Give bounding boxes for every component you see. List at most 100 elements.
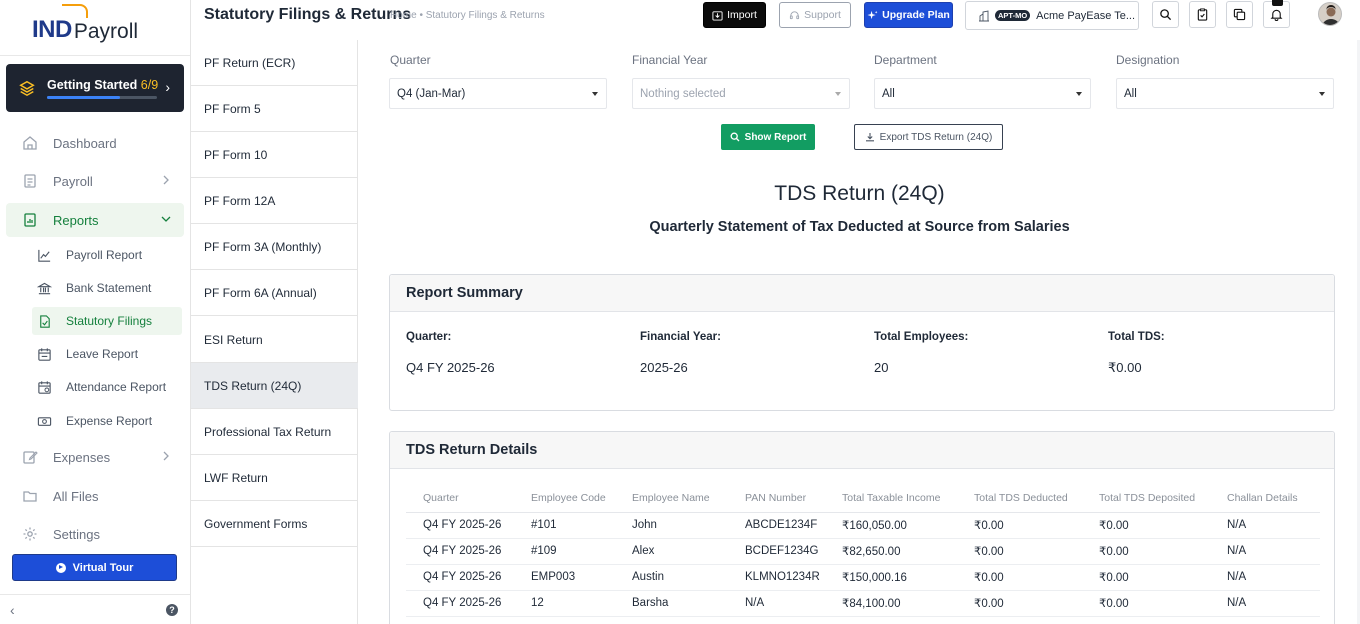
table-cell: ₹160,050.00 (825, 512, 957, 539)
nav-dashboard[interactable]: Dashboard (6, 126, 184, 160)
support-label: Support (804, 9, 841, 21)
tds-details-card: TDS Return Details Quarter Employee Code… (389, 431, 1335, 624)
sub-bank-statement-label: Bank Statement (66, 281, 152, 295)
sub-bank-statement[interactable]: Bank Statement (32, 274, 182, 302)
sub-payroll-report-label: Payroll Report (66, 248, 143, 262)
avatar[interactable] (1318, 2, 1342, 26)
getting-started-card[interactable]: Getting Started 6/9 › (6, 64, 184, 112)
form-item-pf-form-3a[interactable]: PF Form 3A (Monthly) (191, 224, 358, 270)
column-header[interactable]: Total TDS Deducted (957, 484, 1082, 513)
upgrade-plan-button[interactable]: Upgrade Plan (864, 2, 953, 28)
sub-leave-report[interactable]: Leave Report (32, 340, 182, 368)
import-button[interactable]: Import (703, 2, 766, 28)
table-cell: #109 (514, 538, 615, 565)
nav-payroll[interactable]: Payroll (6, 164, 184, 198)
summary-quarter-value: Q4 FY 2025-26 (406, 360, 495, 375)
search-button[interactable] (1152, 1, 1179, 28)
nav-settings-label: Settings (53, 526, 100, 542)
quarter-select[interactable]: Q4 (Jan-Mar) (389, 78, 607, 109)
column-header[interactable]: Challan Details (1210, 484, 1320, 513)
summary-total-tds-value: ₹0.00 (1108, 360, 1142, 375)
table-cell: N/A (1210, 564, 1320, 591)
copy-button[interactable] (1226, 1, 1253, 28)
report-content: Quarter Q4 (Jan-Mar) Financial Year Noth… (359, 40, 1360, 624)
table-cell: N/A (728, 590, 825, 617)
app-logo[interactable]: IND Payroll (32, 4, 139, 44)
export-tds-button[interactable]: Export TDS Return (24Q) (854, 124, 1003, 150)
column-header[interactable]: Total Taxable Income (825, 484, 957, 513)
table-cell: N/A (1210, 590, 1320, 617)
nav-reports[interactable]: Reports (6, 203, 184, 237)
logo-secondary: Payroll (73, 20, 139, 43)
form-item-pf-form-12a[interactable]: PF Form 12A (191, 178, 358, 224)
company-switcher[interactable]: APT-MO Acme PayEase Te... (965, 1, 1139, 30)
form-item-pf-form-10[interactable]: PF Form 10 (191, 132, 358, 178)
virtual-tour-label: Virtual Tour (72, 561, 134, 574)
nav-expenses-label: Expenses (53, 449, 111, 465)
table-cell: 12 (514, 590, 615, 617)
folder-icon (23, 491, 37, 502)
sub-expense-report-label: Expense Report (66, 414, 153, 428)
table-cell: ₹84,100.00 (825, 590, 957, 617)
summary-quarter: Quarter: Q4 FY 2025-26 (406, 331, 495, 375)
tds-details-table: Quarter Employee Code Employee Name PAN … (406, 484, 1320, 617)
designation-select[interactable]: All (1116, 78, 1334, 109)
nav-all-files[interactable]: All Files (6, 479, 184, 513)
collapse-sidebar-icon[interactable]: ‹ (10, 602, 15, 618)
getting-started-count: 6/9 (140, 78, 159, 92)
sparkle-icon (867, 10, 878, 19)
form-item-esi-return[interactable]: ESI Return (191, 317, 358, 363)
summary-financial-year-label: Financial Year: (640, 331, 721, 343)
summary-quarter-label: Quarter: (406, 331, 452, 343)
financial-year-label: Financial Year (632, 53, 708, 67)
sub-payroll-report[interactable]: Payroll Report (32, 241, 182, 269)
form-item-government-forms[interactable]: Government Forms (191, 501, 358, 547)
form-item-professional-tax-return[interactable]: Professional Tax Return (191, 409, 358, 455)
bank-icon (37, 282, 52, 294)
notifications-button[interactable] (1263, 0, 1290, 28)
nav-settings[interactable]: Settings (6, 517, 184, 551)
virtual-tour-button[interactable]: Virtual Tour (12, 554, 177, 581)
sidebar: IND Payroll Getting Started 6/9 › Dashbo… (0, 0, 191, 624)
home-icon (23, 136, 37, 150)
search-icon (730, 132, 740, 142)
sub-leave-report-label: Leave Report (66, 347, 139, 361)
import-icon (712, 10, 723, 21)
support-button[interactable]: Support (779, 2, 851, 28)
nav-expenses[interactable]: Expenses (6, 440, 184, 474)
form-item-pf-form-6a[interactable]: PF Form 6A (Annual) (191, 270, 358, 316)
table-cell: ₹150,000.16 (825, 564, 957, 591)
search-icon (1160, 9, 1172, 21)
table-cell: Austin (615, 564, 728, 591)
summary-total-employees-label: Total Employees: (874, 331, 969, 343)
upgrade-plan-label: Upgrade Plan (882, 9, 950, 21)
financial-year-select[interactable]: Nothing selected (632, 78, 850, 109)
sub-expense-report[interactable]: Expense Report (32, 407, 182, 435)
report-title: TDS Return (24Q) (774, 182, 945, 205)
company-badge: APT-MO (995, 10, 1031, 21)
show-report-button[interactable]: Show Report (721, 124, 815, 150)
table-cell: ₹0.00 (957, 564, 1082, 591)
column-header[interactable]: Employee Name (615, 484, 728, 513)
column-header[interactable]: Total TDS Deposited (1082, 484, 1210, 513)
file-check-icon (40, 314, 50, 328)
sub-attendance-report[interactable]: Attendance Report (32, 373, 182, 401)
department-select[interactable]: All (874, 78, 1091, 109)
form-item-lwf-return[interactable]: LWF Return (191, 455, 358, 501)
table-cell: #101 (514, 512, 615, 539)
tasks-button[interactable] (1189, 1, 1216, 28)
form-item-pf-return-ecr[interactable]: PF Return (ECR) (191, 40, 358, 86)
caret-down-icon (592, 92, 598, 96)
help-icon[interactable]: ? (166, 604, 178, 616)
caret-down-icon (1076, 92, 1082, 96)
table-cell: ₹0.00 (957, 512, 1082, 539)
form-item-pf-form-5[interactable]: PF Form 5 (191, 86, 358, 132)
form-item-tds-return-24q[interactable]: TDS Return (24Q) (191, 363, 358, 409)
column-header[interactable]: Employee Code (514, 484, 615, 513)
column-header[interactable]: PAN Number (728, 484, 825, 513)
play-icon (55, 562, 66, 573)
download-icon (865, 133, 874, 142)
table-header-row: Quarter Employee Code Employee Name PAN … (406, 484, 1320, 513)
column-header[interactable]: Quarter (406, 484, 514, 513)
sub-statutory-filings[interactable]: Statutory Filings (32, 307, 182, 335)
